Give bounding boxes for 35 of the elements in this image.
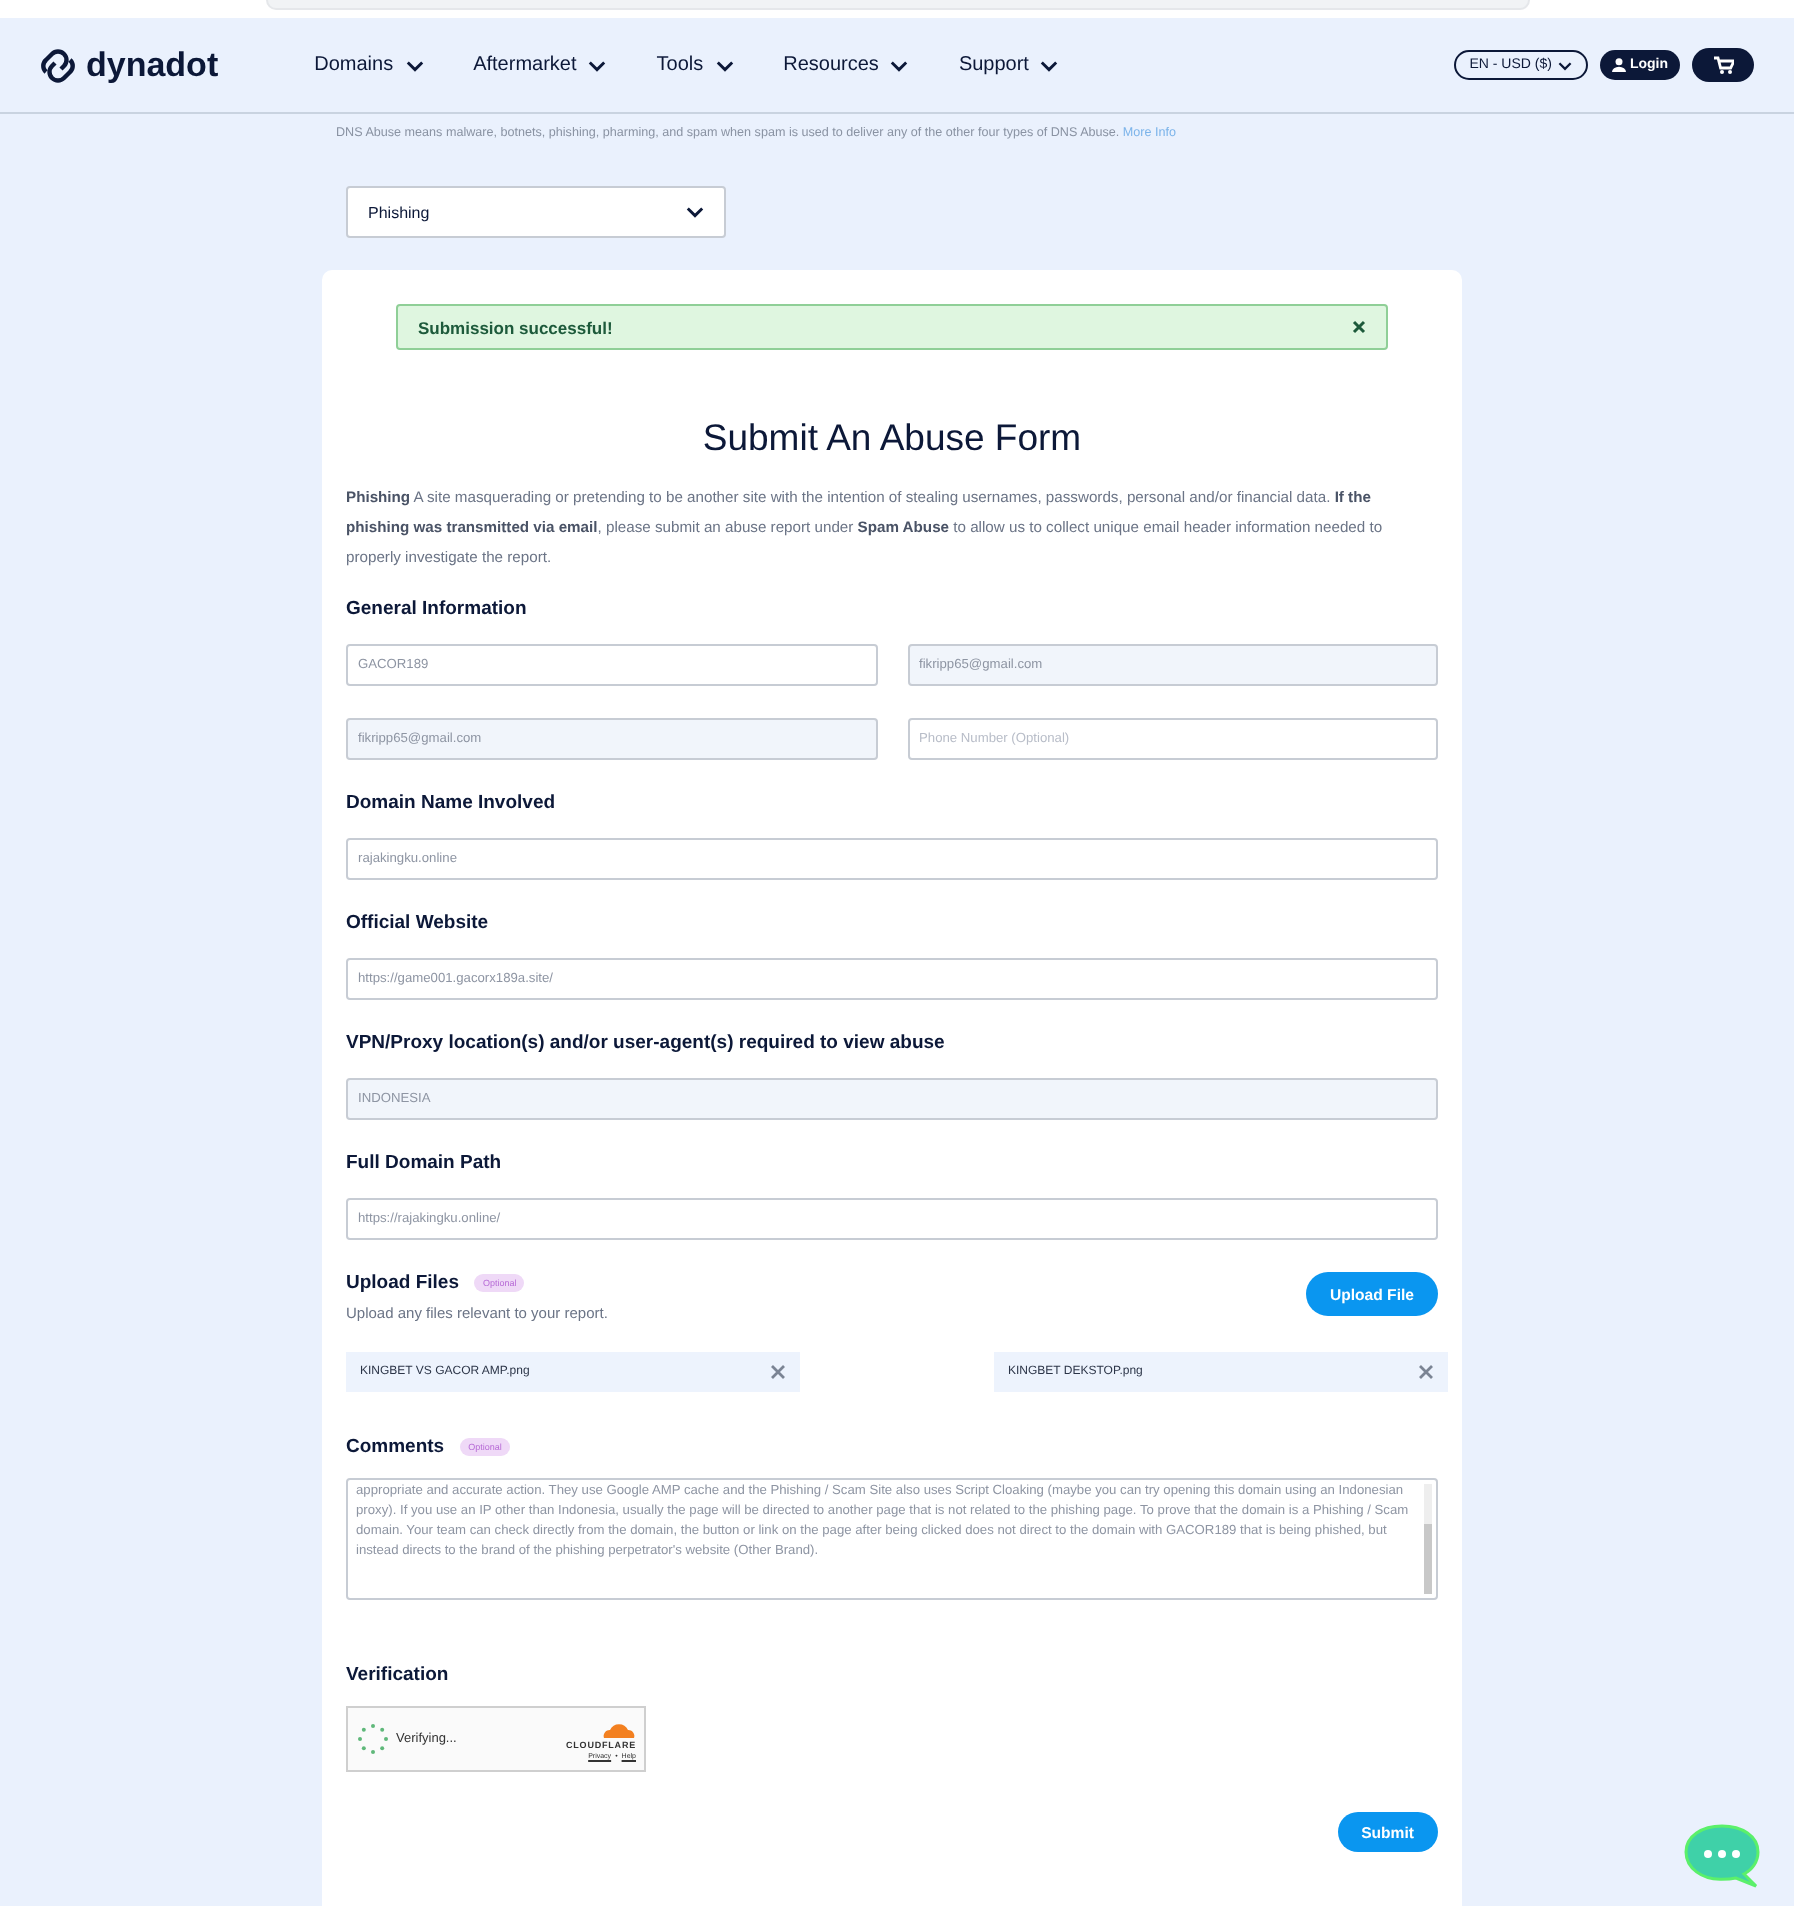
- remove-icon[interactable]: [1418, 1364, 1434, 1380]
- scrollbar-thumb[interactable]: [1424, 1524, 1432, 1594]
- form-title: Submit An Abuse Form: [700, 416, 1084, 460]
- nav-menu[interactable]: Aftermarket: [473, 54, 607, 76]
- chevron-down-icon: [686, 206, 704, 218]
- chevron-down-icon: [588, 59, 607, 71]
- chevron-down-icon: [1040, 59, 1059, 71]
- chevron-down-icon: [1557, 59, 1572, 71]
- chevron-down-icon: [715, 59, 734, 71]
- section-heading: Full Domain Path: [346, 1152, 504, 1174]
- cart-button[interactable]: [1692, 48, 1754, 82]
- section-heading: VPN/Proxy location(s) and/or user-agent(s) required to view abuse: [346, 1032, 947, 1054]
- chat-icon[interactable]: [1682, 1822, 1762, 1892]
- section-heading: Official Website: [346, 912, 491, 934]
- cloud-icon: [600, 1719, 636, 1737]
- section-heading: General Information: [346, 598, 529, 620]
- section-heading: Upload Files: [346, 1272, 459, 1294]
- chevron-down-icon: [890, 59, 909, 71]
- section-heading: Domain Name Involved: [346, 792, 558, 814]
- remove-icon[interactable]: [770, 1364, 786, 1380]
- logo-text[interactable]: dynadot: [86, 45, 219, 85]
- user-icon: [1611, 58, 1626, 72]
- close-icon[interactable]: [1352, 320, 1366, 334]
- spinner-icon: [356, 1722, 390, 1756]
- chevron-down-icon: [405, 59, 424, 71]
- logo-icon: [40, 47, 76, 83]
- nav-menu[interactable]: Domains: [314, 54, 424, 76]
- section-heading: Verification: [346, 1664, 451, 1686]
- nav-menu[interactable]: Resources: [783, 54, 909, 76]
- abuse-type-dropdown[interactable]: Phishing: [346, 186, 726, 238]
- section-heading: Comments: [346, 1436, 445, 1458]
- nav-menu[interactable]: Tools: [656, 54, 734, 76]
- nav-menu[interactable]: Support: [958, 54, 1059, 76]
- cart-icon: [1713, 56, 1733, 74]
- alert-message: Submission successful!: [418, 317, 613, 337]
